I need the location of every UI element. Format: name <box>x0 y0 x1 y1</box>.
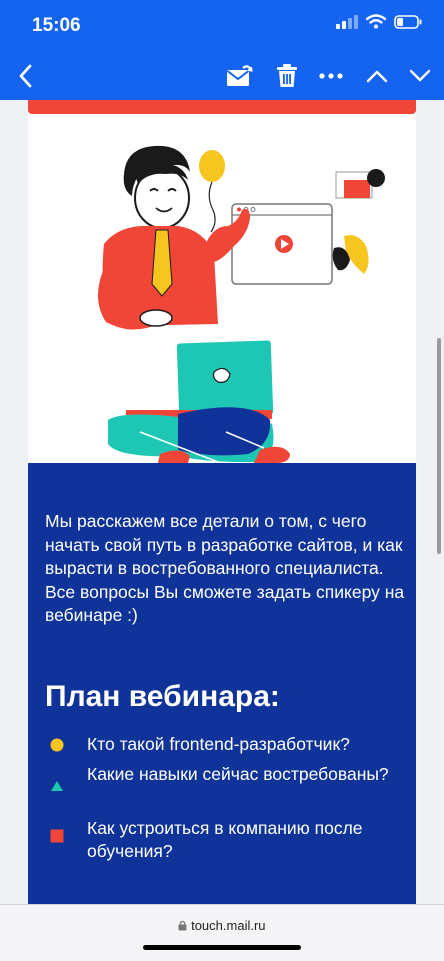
chevron-up-icon <box>366 70 388 83</box>
plan-heading: План вебинара: <box>45 680 280 713</box>
mark-unread-icon <box>226 65 253 86</box>
email-toolbar <box>0 56 444 96</box>
battery-icon <box>394 14 422 29</box>
more-icon <box>319 73 343 79</box>
status-icons <box>336 14 422 29</box>
status-time: 15:06 <box>32 15 81 36</box>
signal-icon <box>336 14 358 29</box>
plan-item-text: Как устроиться в компанию после обучения… <box>87 818 363 861</box>
chevron-left-icon <box>19 64 32 88</box>
lock-icon <box>178 920 187 931</box>
teal-triangle-bullet-icon <box>51 781 63 791</box>
plan-item-text: Кто такой frontend-разработчик? <box>87 734 350 754</box>
previous-email-button[interactable] <box>360 56 394 96</box>
app-header: 15:06 <box>0 0 444 100</box>
more-button[interactable] <box>314 56 348 96</box>
trash-icon <box>277 64 297 87</box>
back-button[interactable] <box>8 56 44 96</box>
address-bar[interactable]: touch.mail.ru <box>0 918 444 933</box>
wifi-icon <box>366 14 386 29</box>
delete-button[interactable] <box>270 56 304 96</box>
intro-text: Мы расскажем все детали о том, с чего на… <box>45 511 405 625</box>
chevron-down-icon <box>409 69 431 82</box>
red-banner-edge <box>28 100 416 114</box>
red-square-bullet-icon <box>50 829 64 843</box>
mark-unread-button[interactable] <box>222 56 256 96</box>
next-email-button[interactable] <box>403 56 437 96</box>
home-indicator[interactable] <box>143 945 301 950</box>
browser-bottom-bar: touch.mail.ru <box>0 904 444 961</box>
plan-item-text: Какие навыки сейчас востребованы? <box>87 764 389 784</box>
email-viewport[interactable]: Мы расскажем все детали о том, с чего на… <box>0 100 444 904</box>
webinar-illustration <box>28 114 416 463</box>
yellow-circle-bullet-icon <box>50 738 64 752</box>
email-body: Мы расскажем все детали о том, с чего на… <box>28 100 416 904</box>
webinar-info-section: Мы расскажем все детали о том, с чего на… <box>28 463 416 904</box>
url-text: touch.mail.ru <box>191 918 266 933</box>
scrollbar[interactable] <box>437 338 441 554</box>
